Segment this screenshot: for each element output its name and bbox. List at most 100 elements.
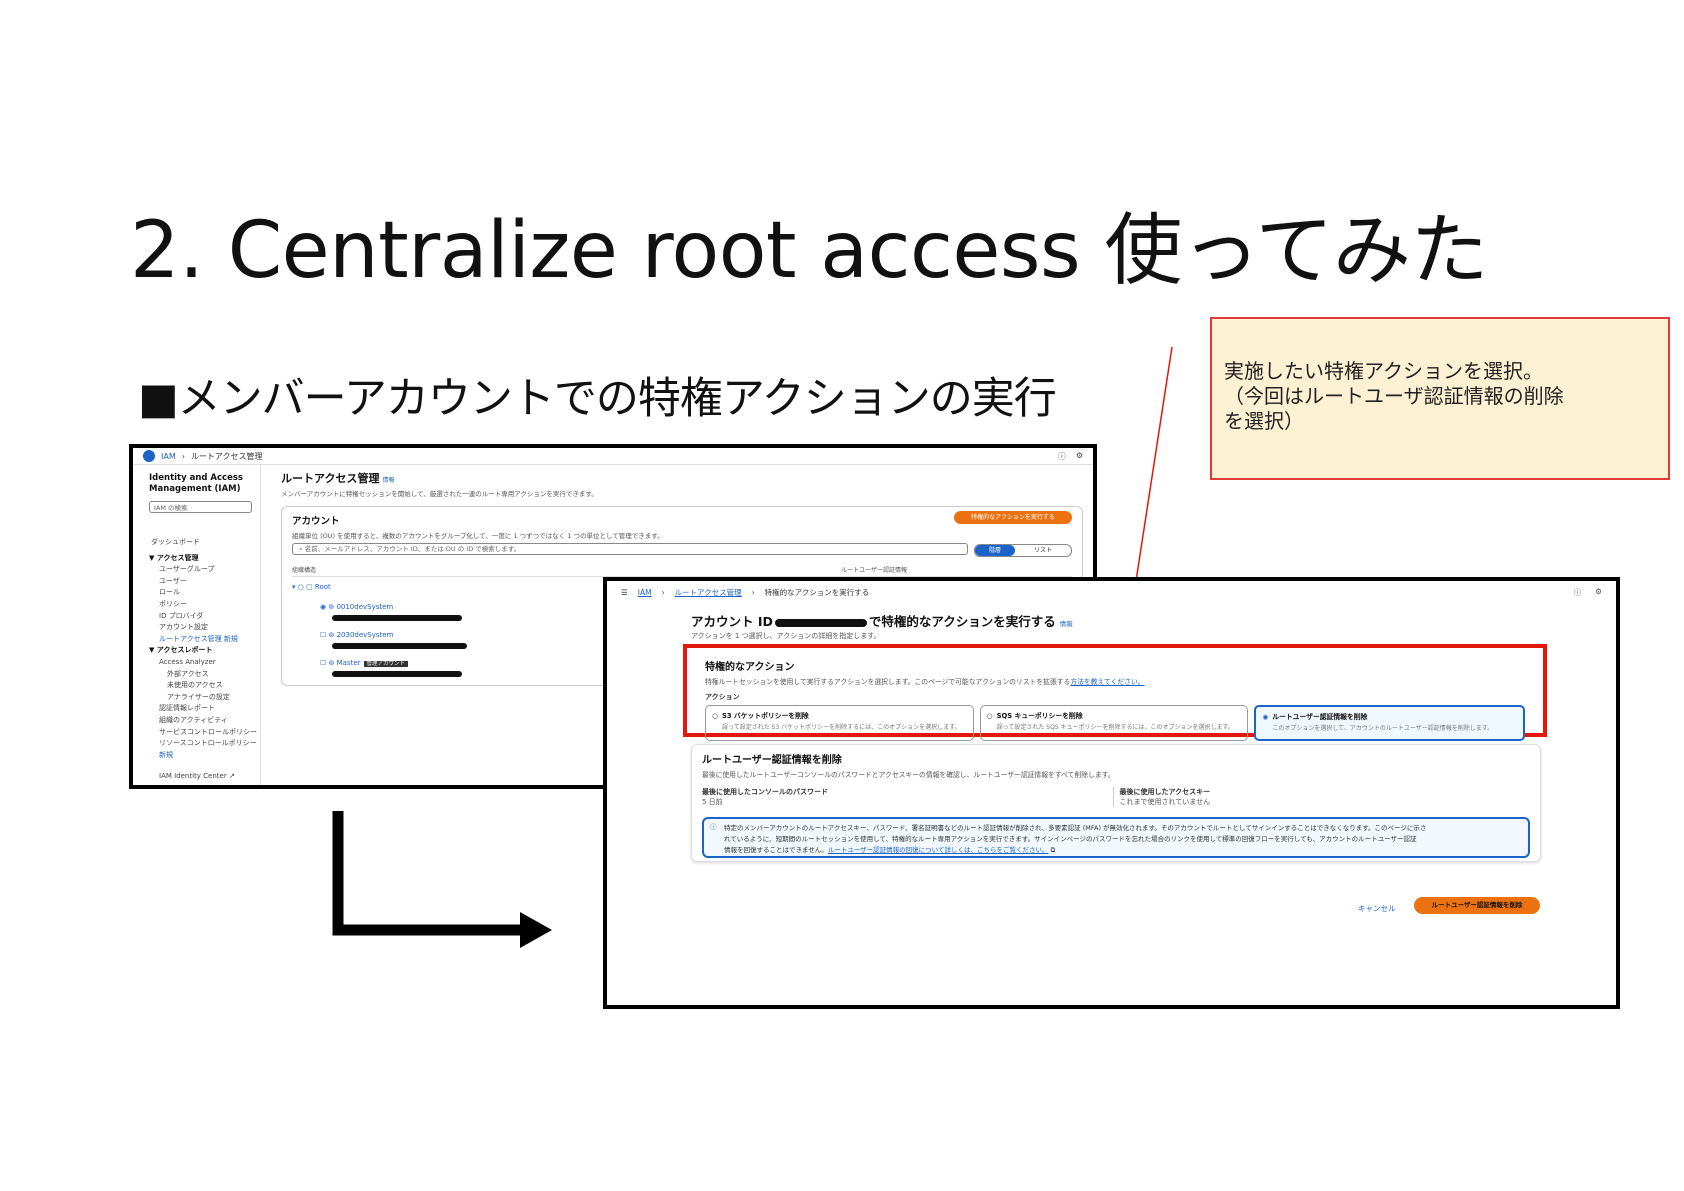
sidebar-item-account-settings[interactable]: アカウント設定 [149, 622, 252, 634]
option-title: ルートユーザー認証情報を削除 [1262, 711, 1517, 721]
view-toggle[interactable]: 階層 リスト [974, 544, 1072, 557]
radio-selected-icon[interactable]: ◉ ⊚ [320, 603, 336, 611]
option-delete-root-credentials[interactable]: ルートユーザー認証情報を削除 このオプションを選択して、アカウントのルートユーザ… [1254, 705, 1526, 741]
sidebar-item-credential-report[interactable]: 認証情報レポート [149, 703, 252, 715]
sidebar-item-rcp[interactable]: リソースコントロールポリシー [149, 738, 257, 750]
sidebar-search-input[interactable]: IAM の検索 [149, 501, 252, 513]
panel-description: 組織単位 (OU) を使用すると、複数のアカウントをグループ化して、一度に 1 … [292, 532, 664, 540]
sidebar-item-id-providers[interactable]: ID プロバイダ [149, 611, 252, 623]
title-prefix: アカウント ID [691, 614, 773, 629]
sidebar: Identity and Access Management (IAM) IAM… [133, 465, 261, 785]
top-bar: IAM › ルートアクセス管理 ⓘ ⚙ [133, 448, 1093, 465]
last-password-value: 5 日前 [702, 798, 723, 806]
last-password: 最後に使用したコンソールのパスワード 5 日前 [702, 787, 1113, 807]
sidebar-item-scp[interactable]: サービスコントロールポリシー [149, 727, 257, 739]
radio-icon[interactable]: ☐ ⊚ [320, 659, 337, 667]
management-account-badge: 管理アカウント [363, 661, 409, 667]
search-placeholder: 名前、メールアドレス、アカウント ID、または OU の ID で検索します。 [304, 545, 521, 553]
chevron-right-icon: › [751, 587, 755, 597]
page-title: アカウント ID で特権的なアクションを実行する 情報 [691, 611, 1073, 630]
option-desc: このオプションを選択して、アカウントのルートユーザー認証情報を削除します。 [1272, 725, 1494, 732]
menu-icon[interactable] [143, 450, 155, 462]
external-link-icon: ⧉ [1048, 846, 1056, 854]
account-search-input[interactable]: ⌕ 名前、メールアドレス、アカウント ID、または OU の ID で検索します… [292, 543, 968, 555]
sidebar-item-root-access[interactable]: ルートアクセス管理 新規 [149, 634, 252, 646]
cancel-button[interactable]: キャンセル [1358, 903, 1396, 914]
sidebar-item-policies[interactable]: ポリシー [149, 599, 252, 611]
delete-root-credentials-button[interactable]: ルートユーザー認証情報を削除 [1414, 897, 1540, 914]
redacted-bar [332, 615, 462, 621]
flow-arrow-head [520, 912, 552, 948]
info-circle-icon: ⓘ [710, 823, 717, 831]
sidebar-item-dashboard[interactable]: ダッシュボード [149, 537, 252, 549]
breadcrumb-current: 特権的なアクションを実行する [764, 587, 870, 597]
radio-icon[interactable]: ☐ ⊚ [320, 631, 337, 639]
settings-icon[interactable]: ⚙ [1076, 451, 1083, 462]
sidebar-item-user-groups[interactable]: ユーザーグループ [149, 564, 252, 576]
col-structure: 組織構造 [292, 567, 317, 574]
page-description: メンバーアカウントに特権セッションを開始して、厳選された一連のルート専用アクショ… [281, 490, 598, 498]
page-title-text: ルートアクセス管理 [281, 472, 380, 485]
account-name[interactable]: Master [337, 659, 361, 667]
option-delete-sqs-policy[interactable]: SQS キューポリシーを削除 誤って設定された SQS キューポリシーを削除する… [979, 705, 1249, 741]
option-title: SQS キューポリシーを削除 [987, 710, 1242, 720]
sidebar-item-identity-center[interactable]: IAM Identity Center ↗ [149, 771, 252, 783]
breadcrumb-current: ルートアクセス管理 [190, 451, 263, 461]
action-options: S3 バケットポリシーを削除 誤って設定された S3 バケットポリシーを削除する… [705, 705, 1526, 741]
root-label[interactable]: Root [315, 583, 331, 591]
recovery-info-link[interactable]: ルートユーザー認証情報の回復について詳しくは、こちらをご覧ください。 [828, 846, 1049, 854]
privileged-action-screenshot: ☰ IAM › ルートアクセス管理 › 特権的なアクションを実行する ⓘ ⚙ ア… [603, 577, 1620, 1009]
table-header: 組織構造 ルートユーザー認証情報 [292, 565, 1072, 577]
account-name[interactable]: 0010devSystem [336, 603, 393, 611]
flow-arrow-line [332, 811, 532, 936]
option-title: S3 バケットポリシーを削除 [712, 710, 967, 720]
redacted-bar [332, 643, 467, 649]
info-link[interactable]: 情報 [382, 477, 394, 484]
actions-title: 特権的なアクション [705, 662, 795, 673]
sidebar-item-access-analyzer[interactable]: Access Analyzer [149, 657, 252, 669]
alert-line: 特定のメンバーアカウントのルートアクセスキー、パスワード、署名証明書などのルート… [724, 824, 1427, 832]
view-toggle-hierarchy[interactable]: 階層 [975, 545, 1015, 556]
sidebar-item-label: ルートアクセス管理 [159, 634, 222, 643]
run-privileged-action-button[interactable]: 特権的なアクションを実行する [954, 511, 1072, 524]
alert-line: 情報を回復することはできません。ルートユーザー認証情報の回復について詳しくは、こ… [724, 845, 1520, 856]
sidebar-item-roles[interactable]: ロール [149, 587, 252, 599]
info-icon[interactable]: ⓘ [1574, 587, 1582, 598]
account-name[interactable]: 2030devSystem [337, 631, 394, 639]
title-suffix: で特権的なアクションを実行する [868, 614, 1056, 629]
last-access-key: 最後に使用したアクセスキー これまで使用されていません [1112, 787, 1531, 807]
info-icon[interactable]: ⓘ [1058, 451, 1066, 462]
option-desc: 誤って設定された SQS キューポリシーを削除するには、このオプションを選択しま… [996, 724, 1234, 731]
last-key-value: これまで使用されていません [1119, 798, 1211, 806]
view-toggle-list[interactable]: リスト [1015, 545, 1071, 556]
menu-icon[interactable]: ☰ [621, 588, 628, 597]
actions-description: 特権ルートセッションを使用して実行するアクションを選択します。このページで可能な… [705, 676, 1525, 686]
sidebar-section-reports[interactable]: ▼ アクセスレポート [149, 645, 252, 657]
chevron-down-icon[interactable]: ▾ ○ ▢ [292, 583, 315, 591]
breadcrumb-iam[interactable]: IAM [638, 588, 652, 597]
breadcrumb-iam[interactable]: IAM [161, 452, 176, 461]
sidebar-item-external-access[interactable]: 外部アクセス [149, 669, 252, 681]
credential-usage: 最後に使用したコンソールのパスワード 5 日前 最後に使用したアクセスキー これ… [702, 787, 1530, 807]
settings-icon[interactable]: ⚙ [1595, 587, 1602, 598]
sidebar-item-analyzer-settings[interactable]: アナライザーの設定 [149, 692, 252, 704]
how-to-link[interactable]: 方法を教えてください。 [1070, 678, 1144, 686]
sidebar-brand: Identity and Access Management (IAM) [149, 473, 243, 494]
sidebar-new-badge: 新規 [159, 750, 173, 759]
option-delete-s3-policy[interactable]: S3 バケットポリシーを削除 誤って設定された S3 バケットポリシーを削除する… [705, 705, 974, 741]
delete-panel-title: ルートユーザー認証情報を削除 [702, 755, 842, 766]
chevron-right-icon: › [661, 587, 665, 597]
actions-label: アクション [705, 693, 740, 701]
breadcrumb-root-access[interactable]: ルートアクセス管理 [675, 587, 742, 598]
last-key-label: 最後に使用したアクセスキー [1119, 788, 1211, 796]
sidebar-item-org-activity[interactable]: 組織のアクティビティ [149, 715, 252, 727]
page-title: ルートアクセス管理 情報 [281, 470, 1083, 486]
sidebar-item-users[interactable]: ユーザー [149, 576, 252, 588]
sidebar-item-unused-access[interactable]: 未使用のアクセス [149, 680, 252, 692]
redacted-account-id [774, 618, 867, 627]
info-link[interactable]: 情報 [1060, 620, 1073, 628]
redacted-bar [332, 671, 462, 677]
page-description: アクションを 1 つ選択し、アクションの詳細を指定します。 [691, 632, 881, 640]
sidebar-section-access[interactable]: ▼ アクセス管理 [149, 553, 252, 565]
alert-line: れているように、短期間のルートセッションを使用して、特権的なルート専用アクション… [724, 835, 1417, 843]
